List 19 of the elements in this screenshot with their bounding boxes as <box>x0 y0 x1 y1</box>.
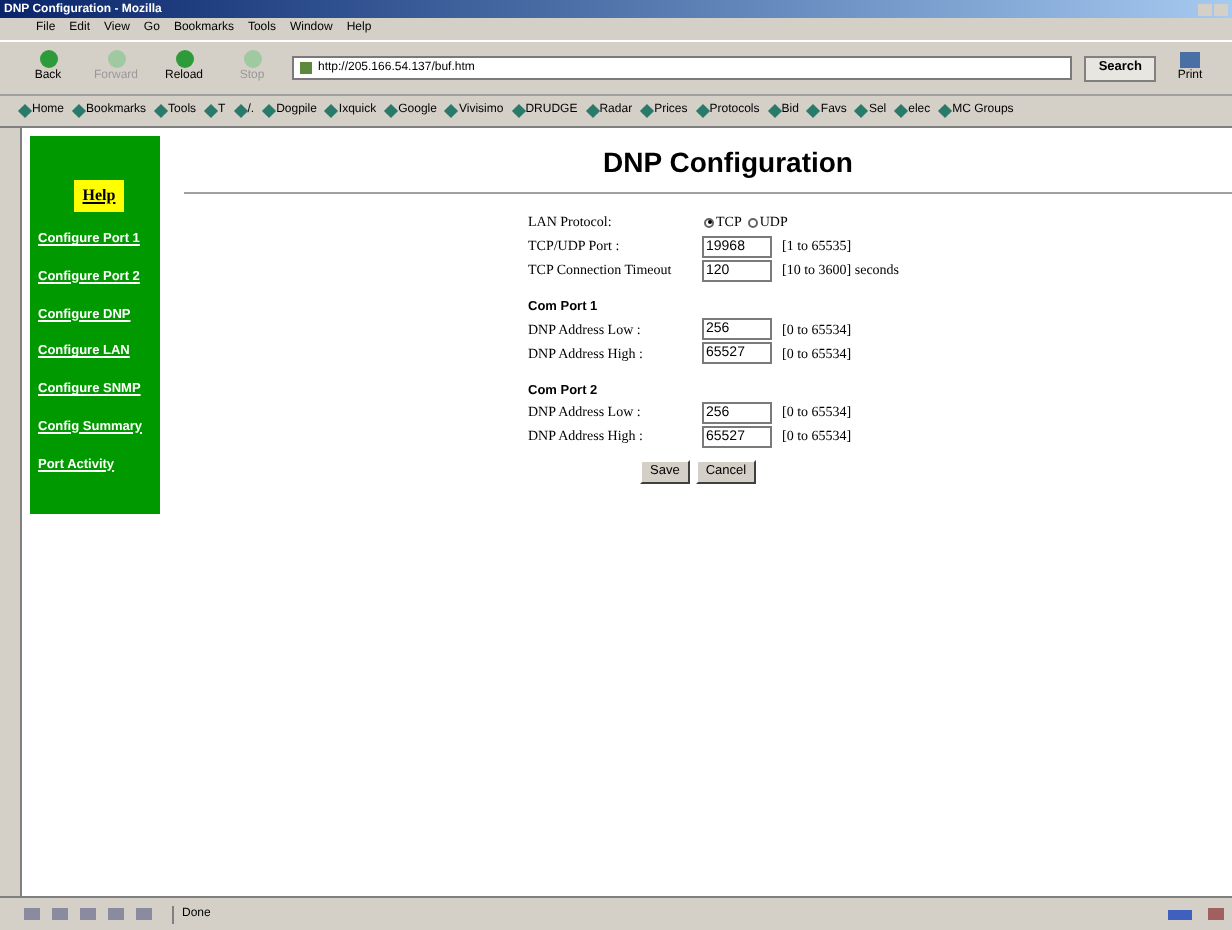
bookmark-icon <box>511 103 526 119</box>
bookmark-icon <box>806 103 821 119</box>
bookmark-icon <box>444 103 459 119</box>
bookmark-icon <box>154 103 169 119</box>
bookmark-icon <box>854 103 869 119</box>
bookmark-icon <box>384 103 399 119</box>
radio-button[interactable] <box>704 217 714 227</box>
bookmark-icon <box>695 103 710 119</box>
bookmark-icon <box>17 103 33 119</box>
bookmark-icon <box>894 103 909 119</box>
bookmark-icon <box>71 103 87 119</box>
radio-button[interactable] <box>747 217 758 227</box>
bookmark-icon <box>640 103 655 119</box>
bookmark-icon <box>585 103 600 119</box>
bookmark-icon <box>324 103 339 119</box>
help-link[interactable]: Help <box>74 180 124 212</box>
bookmark-icon <box>767 103 782 119</box>
bookmark-icon <box>938 103 953 119</box>
page-title: DNP Configuration <box>603 144 853 182</box>
